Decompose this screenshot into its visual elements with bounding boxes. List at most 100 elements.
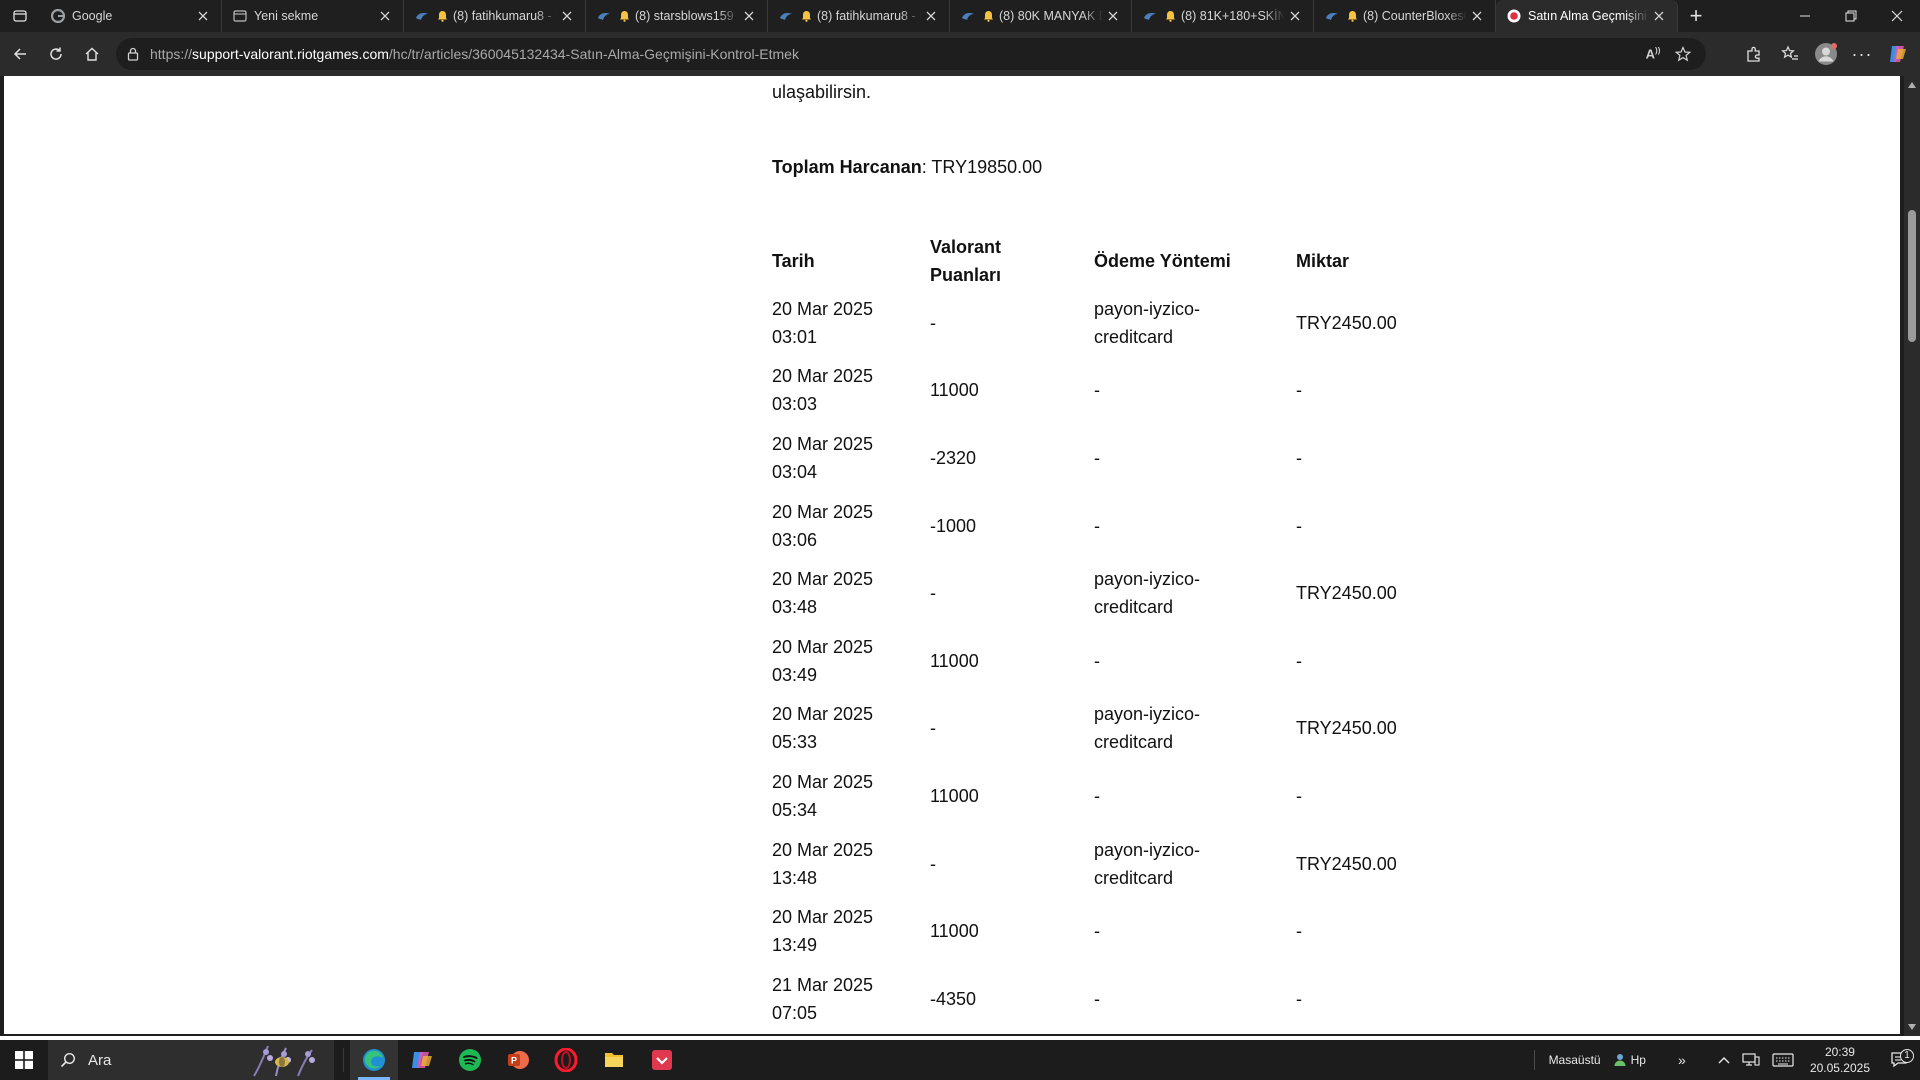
notification-count: 1 xyxy=(1900,1049,1914,1063)
address-bar[interactable]: https://support-valorant.riotgames.com/h… xyxy=(116,38,1706,70)
vertical-scrollbar[interactable] xyxy=(1904,76,1920,1036)
tab-close-button[interactable] xyxy=(375,6,395,26)
extensions-button[interactable] xyxy=(1736,36,1772,72)
close-icon xyxy=(562,11,572,21)
minimize-button[interactable] xyxy=(1782,0,1828,32)
table-row: 20 Mar 2025 13:48 - payon-iyzico-creditcard… xyxy=(772,830,1476,898)
site-icon xyxy=(596,8,612,24)
tab-title: (8) fatihkumaru8 - Us xyxy=(453,9,557,23)
favorite-button[interactable] xyxy=(1668,39,1698,69)
browser-tab[interactable]: (8) fatihkumaru8 - Us xyxy=(404,0,586,32)
taskbar-copilot[interactable] xyxy=(398,1040,446,1080)
tab-actions-button[interactable] xyxy=(0,0,40,32)
home-button[interactable] xyxy=(74,36,110,72)
tab-close-button[interactable] xyxy=(1649,6,1669,26)
back-button[interactable] xyxy=(2,36,38,72)
tab-close-button[interactable] xyxy=(739,6,759,26)
taskbar-powerpoint[interactable]: P xyxy=(494,1040,542,1080)
new-tab-button[interactable]: + xyxy=(1678,0,1714,32)
tab-close-button[interactable] xyxy=(557,6,577,26)
cell-payment-method: payon-iyzico-creditcard xyxy=(1094,830,1296,898)
user-label: Hp xyxy=(1630,1053,1646,1067)
date-text: 20 Mar 2025 xyxy=(772,501,874,522)
start-button[interactable] xyxy=(0,1040,48,1080)
header-payment-method: Ödeme Yöntemi xyxy=(1094,251,1231,271)
browser-tab[interactable]: Satın Alma Geçmişini Ko xyxy=(1496,0,1678,32)
date-text: 20 Mar 2025 xyxy=(772,907,874,928)
taskbar-spotify[interactable] xyxy=(446,1040,494,1080)
payment-text: payon-iyzico- xyxy=(1094,839,1201,860)
browser-tab[interactable]: (8) 81K+180+SKİN+ F xyxy=(1132,0,1314,32)
cell-payment-method: - xyxy=(1094,897,1296,965)
scroll-down-button[interactable] xyxy=(1904,1020,1920,1034)
header-vp-line2: Puanları xyxy=(930,265,1002,285)
cell-payment-method: payon-iyzico-creditcard xyxy=(1094,559,1296,627)
paragraph-tail: ulaşabilirsin. xyxy=(772,82,872,102)
clock-time: 20:39 xyxy=(1824,1045,1855,1059)
date-text: 20 Mar 2025 xyxy=(772,839,874,860)
settings-menu-button[interactable]: ··· xyxy=(1844,36,1880,72)
close-icon xyxy=(926,11,936,21)
taskbar-search[interactable]: Ara xyxy=(48,1040,334,1080)
copilot-button[interactable] xyxy=(1880,36,1916,72)
date-text: 20 Mar 2025 xyxy=(772,704,874,725)
site-icon xyxy=(1324,8,1340,24)
browser-tab[interactable]: (8) starsblows159 - Us xyxy=(586,0,768,32)
user-toolbar[interactable]: Hp xyxy=(1607,1040,1652,1080)
riot-icon xyxy=(1506,8,1522,24)
refresh-button[interactable] xyxy=(38,36,74,72)
tab-close-button[interactable] xyxy=(921,6,941,26)
notification-center-button[interactable]: 1 xyxy=(1880,1049,1920,1069)
restore-button[interactable] xyxy=(1828,0,1874,32)
keyboard-icon xyxy=(1772,1053,1794,1067)
toolbar-overflow-button[interactable]: » xyxy=(1652,1040,1712,1080)
tab-close-button[interactable] xyxy=(1103,6,1123,26)
browser-tab[interactable]: Google xyxy=(40,0,222,32)
table-row: 20 Mar 2025 05:34 11000 - - xyxy=(772,762,1476,830)
show-hidden-icons-button[interactable] xyxy=(1712,1040,1736,1080)
browser-tab[interactable]: (8) CounterBloxes01 - xyxy=(1314,0,1496,32)
payment-text: payon-iyzico- xyxy=(1094,298,1201,319)
desktop-toolbar[interactable]: Masaüstü xyxy=(1543,1040,1607,1080)
date-text: 20 Mar 2025 xyxy=(772,636,874,657)
favorites-button[interactable] xyxy=(1772,36,1808,72)
network-button[interactable] xyxy=(1736,1040,1766,1080)
taskbar-app[interactable] xyxy=(638,1040,686,1080)
tab-close-button[interactable] xyxy=(1285,6,1305,26)
file-explorer-icon xyxy=(605,1053,623,1067)
browser-tab[interactable]: (8) fatihkumaru8 - Us xyxy=(768,0,950,32)
close-icon xyxy=(1472,11,1482,21)
tab-title: (8) 80K MANYAK DOLU xyxy=(999,9,1103,23)
scrollbar-thumb[interactable] xyxy=(1908,210,1916,342)
cell-amount: - xyxy=(1296,785,1302,806)
site-icon xyxy=(1142,8,1158,24)
browser-tab[interactable]: (8) 80K MANYAK DOLU xyxy=(950,0,1132,32)
keyboard-button[interactable] xyxy=(1766,1040,1800,1080)
taskbar-opera[interactable] xyxy=(542,1040,590,1080)
time-text: 13:49 xyxy=(772,935,818,956)
cell-amount: - xyxy=(1296,447,1302,468)
date-text: 20 Mar 2025 xyxy=(772,366,874,387)
cell-valorant-points: -1000 xyxy=(930,515,977,536)
new-tab-page-icon xyxy=(232,8,248,24)
url-text[interactable]: https://support-valorant.riotgames.com/h… xyxy=(150,46,799,62)
tab-actions-icon xyxy=(13,10,27,22)
taskbar-clock[interactable]: 20:39 20.05.2025 xyxy=(1800,1044,1880,1076)
taskbar-file-explorer[interactable] xyxy=(590,1040,638,1080)
scroll-up-button[interactable] xyxy=(1904,78,1920,92)
payment-text: payon-iyzico- xyxy=(1094,704,1201,725)
close-window-button[interactable] xyxy=(1874,0,1920,32)
profile-button[interactable] xyxy=(1808,36,1844,72)
date-text: 20 Mar 2025 xyxy=(772,433,874,454)
read-aloud-button[interactable]: A)) xyxy=(1638,39,1668,69)
cell-valorant-points: - xyxy=(930,312,936,333)
cell-date: 20 Mar 2025 05:34 xyxy=(772,762,930,830)
browser-tab[interactable]: Yeni sekme xyxy=(222,0,404,32)
edge-icon xyxy=(363,1049,385,1071)
taskbar-edge[interactable] xyxy=(350,1040,398,1080)
payment-text: payon-iyzico- xyxy=(1094,569,1201,590)
refresh-icon xyxy=(50,47,62,60)
tab-close-button[interactable] xyxy=(1467,6,1487,26)
window-controls xyxy=(1782,0,1920,32)
tab-close-button[interactable] xyxy=(193,6,213,26)
